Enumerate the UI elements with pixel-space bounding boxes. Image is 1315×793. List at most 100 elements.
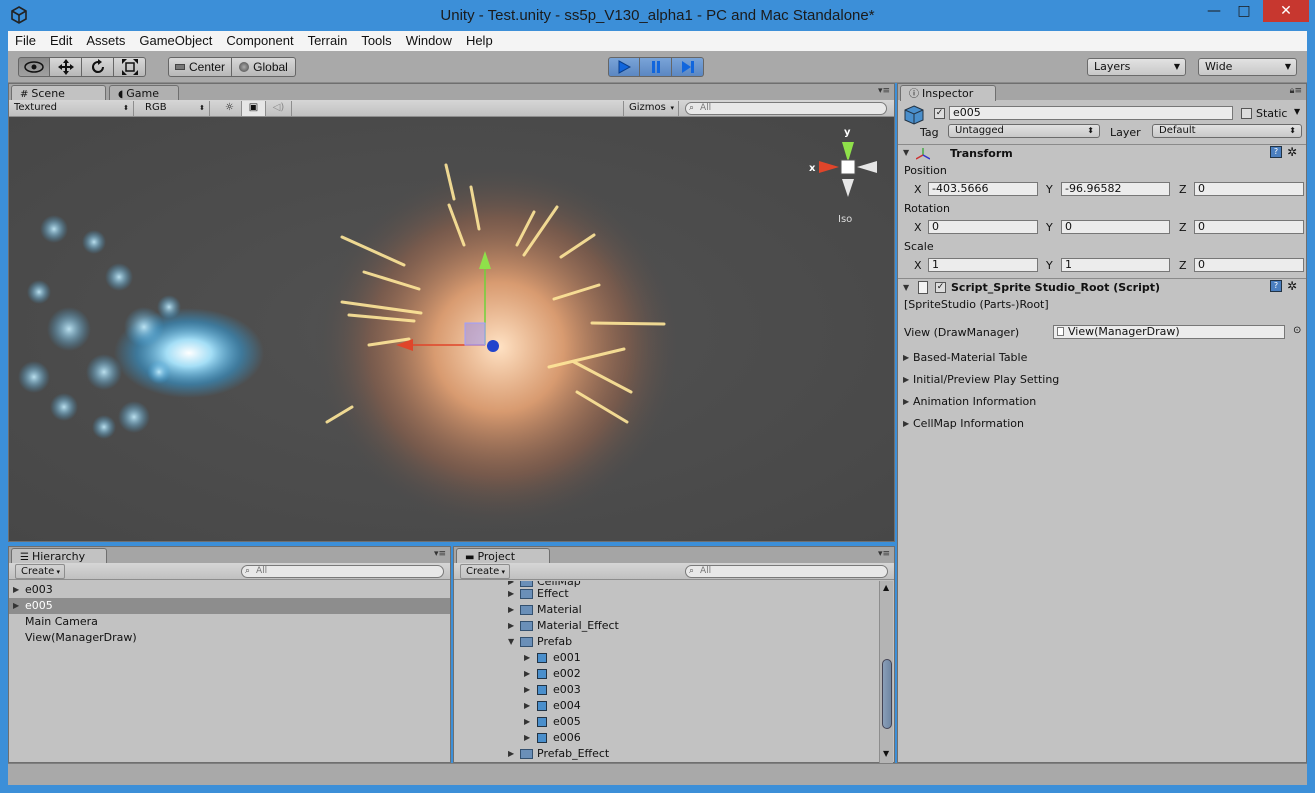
image-effects-toggle[interactable]: ▣ (242, 101, 266, 116)
hierarchy-item-view-managerdraw[interactable]: View(ManagerDraw) (9, 630, 450, 646)
scale-y-field[interactable]: 1 (1061, 258, 1170, 272)
project-prefab-e005[interactable]: ▶ e005 (454, 714, 878, 730)
lock-icon[interactable]: 🔒︎≡ (1290, 86, 1302, 96)
scene-viewport[interactable]: y x Iso (9, 117, 894, 541)
scroll-down-icon[interactable]: ▼ (883, 749, 889, 758)
menu-assets[interactable]: Assets (79, 31, 132, 50)
hierarchy-item-e003[interactable]: ▶ e003 (9, 582, 450, 598)
project-prefab-e004[interactable]: ▶ e004 (454, 698, 878, 714)
tab-project[interactable]: ▬ Project (456, 548, 550, 564)
script-enabled-checkbox[interactable]: ✓ (935, 282, 946, 293)
gear-icon[interactable]: ✲ (1287, 145, 1297, 159)
scrollbar-thumb[interactable] (882, 659, 892, 729)
playback-controls (608, 57, 704, 77)
project-scrollbar[interactable]: ▲ ▼ (879, 581, 893, 763)
project-folder-prefab-effect[interactable]: ▶ Prefab_Effect (454, 746, 878, 762)
rotate-tool-button[interactable] (82, 57, 114, 77)
static-checkbox[interactable] (1241, 108, 1252, 119)
tab-inspector[interactable]: ⓘ Inspector (900, 85, 996, 101)
pause-button[interactable] (640, 57, 672, 77)
layer-dropdown[interactable]: Default ⬍ (1152, 124, 1302, 138)
hierarchy-create-dropdown[interactable]: Create ▾ (15, 564, 65, 579)
panel-menu-icon[interactable]: ▾≡ (878, 86, 890, 96)
rotation-z-field[interactable]: 0 (1194, 220, 1304, 234)
scene-search-input[interactable]: ⌕ All (685, 102, 887, 115)
foldout-collapsed-icon: ▶ (508, 621, 515, 630)
hierarchy-tabstrip: ☰ Hierarchy ▾≡ (9, 547, 450, 564)
minimize-button[interactable]: — (1199, 0, 1229, 22)
menu-gameobject[interactable]: GameObject (132, 31, 219, 50)
menu-window[interactable]: Window (399, 31, 459, 50)
layout-dropdown[interactable]: Wide ▼ (1198, 58, 1297, 76)
step-button[interactable] (672, 57, 704, 77)
maximize-button[interactable]: □ (1229, 0, 1259, 22)
projection-label[interactable]: Iso (838, 214, 852, 225)
help-icon[interactable]: ? (1270, 146, 1282, 158)
gear-icon[interactable]: ✲ (1287, 279, 1297, 293)
project-create-dropdown[interactable]: Create ▾ (460, 564, 510, 579)
view-drawmanager-field[interactable]: View(ManagerDraw) (1053, 325, 1285, 339)
close-button[interactable]: ✕ (1263, 0, 1309, 22)
lighting-toggle[interactable]: ☼ (218, 101, 242, 116)
render-mode-dropdown[interactable]: Textured ⬍ (9, 101, 134, 116)
hierarchy-item-e005[interactable]: ▶ e005 (9, 598, 450, 614)
position-x-field[interactable]: -403.5666 (928, 182, 1038, 196)
position-z-field[interactable]: 0 (1194, 182, 1304, 196)
transform-header[interactable]: ▼ Transform ? ✲ (898, 144, 1306, 162)
project-folder-effect[interactable]: ▶ Effect (454, 586, 878, 602)
hierarchy-search-input[interactable]: ⌕ All (241, 565, 444, 578)
pivot-global-button[interactable]: Global (232, 57, 296, 77)
project-prefab-e001[interactable]: ▶ e001 (454, 650, 878, 666)
menu-help[interactable]: Help (459, 31, 500, 50)
help-icon[interactable]: ? (1270, 280, 1282, 292)
object-name-input[interactable]: e005 (949, 106, 1233, 120)
tag-dropdown[interactable]: Untagged ⬍ (948, 124, 1100, 138)
scroll-up-icon[interactable]: ▲ (883, 583, 889, 592)
panel-menu-icon[interactable]: ▾≡ (434, 549, 446, 559)
project-prefab-e002[interactable]: ▶ e002 (454, 666, 878, 682)
folder-icon (520, 589, 533, 599)
foldout-collapsed-icon: ▶ (524, 669, 531, 678)
menu-component[interactable]: Component (219, 31, 300, 50)
position-y-field[interactable]: -96.96582 (1061, 182, 1170, 196)
menu-file[interactable]: File (8, 31, 43, 50)
play-button[interactable] (608, 57, 640, 77)
project-folder-material-effect[interactable]: ▶ Material_Effect (454, 618, 878, 634)
script-component-header[interactable]: ▼ ✓ Script_Sprite Studio_Root (Script) ?… (898, 278, 1306, 296)
section-cellmap-information[interactable]: ▶ CellMap Information (898, 416, 1306, 432)
panel-menu-icon[interactable]: ▾≡ (878, 549, 890, 559)
project-search-input[interactable]: ⌕ All (685, 565, 888, 578)
project-folder-material[interactable]: ▶ Material (454, 602, 878, 618)
layers-dropdown[interactable]: Layers ▼ (1087, 58, 1186, 76)
pivot-global-label: Global (253, 60, 288, 74)
project-prefab-e006[interactable]: ▶ e006 (454, 730, 878, 746)
active-checkbox[interactable]: ✓ (934, 108, 945, 119)
move-tool-button[interactable] (50, 57, 82, 77)
scale-tool-button[interactable] (114, 57, 146, 77)
color-mode-dropdown[interactable]: RGB ⬍ (140, 101, 210, 116)
menu-edit[interactable]: Edit (43, 31, 79, 50)
hierarchy-item-main-camera[interactable]: Main Camera (9, 614, 450, 630)
tab-scene[interactable]: # Scene (11, 85, 106, 101)
tab-game[interactable]: ◖ Game (109, 85, 179, 101)
static-dropdown-arrow-icon[interactable]: ▼ (1294, 107, 1300, 116)
scale-x-field[interactable]: 1 (928, 258, 1038, 272)
section-based-material-table[interactable]: ▶ Based-Material Table (898, 350, 1306, 366)
menu-tools[interactable]: Tools (354, 31, 398, 50)
section-animation-information[interactable]: ▶ Animation Information (898, 394, 1306, 410)
rotation-y-field[interactable]: 0 (1061, 220, 1170, 234)
object-picker-icon[interactable]: ⊙ (1293, 325, 1301, 336)
orientation-gizmo[interactable] (819, 142, 877, 197)
audio-toggle[interactable]: ◁) (266, 101, 292, 116)
tab-hierarchy[interactable]: ☰ Hierarchy (11, 548, 107, 564)
scale-z-field[interactable]: 0 (1194, 258, 1304, 272)
gizmos-dropdown[interactable]: Gizmos ▾ (623, 101, 679, 116)
rotation-x-field[interactable]: 0 (928, 220, 1038, 234)
project-folder-prefab[interactable]: ▼ Prefab (454, 634, 878, 650)
menu-terrain[interactable]: Terrain (301, 31, 355, 50)
project-prefab-e003[interactable]: ▶ e003 (454, 682, 878, 698)
section-initial-preview-play-setting[interactable]: ▶ Initial/Preview Play Setting (898, 372, 1306, 388)
view-tool-button[interactable] (18, 57, 50, 77)
pivot-center-button[interactable]: Center (168, 57, 232, 77)
inspector-panel: ⓘ Inspector 🔒︎≡ ✓ e005 Static ▼ Tag Untag… (897, 83, 1307, 763)
